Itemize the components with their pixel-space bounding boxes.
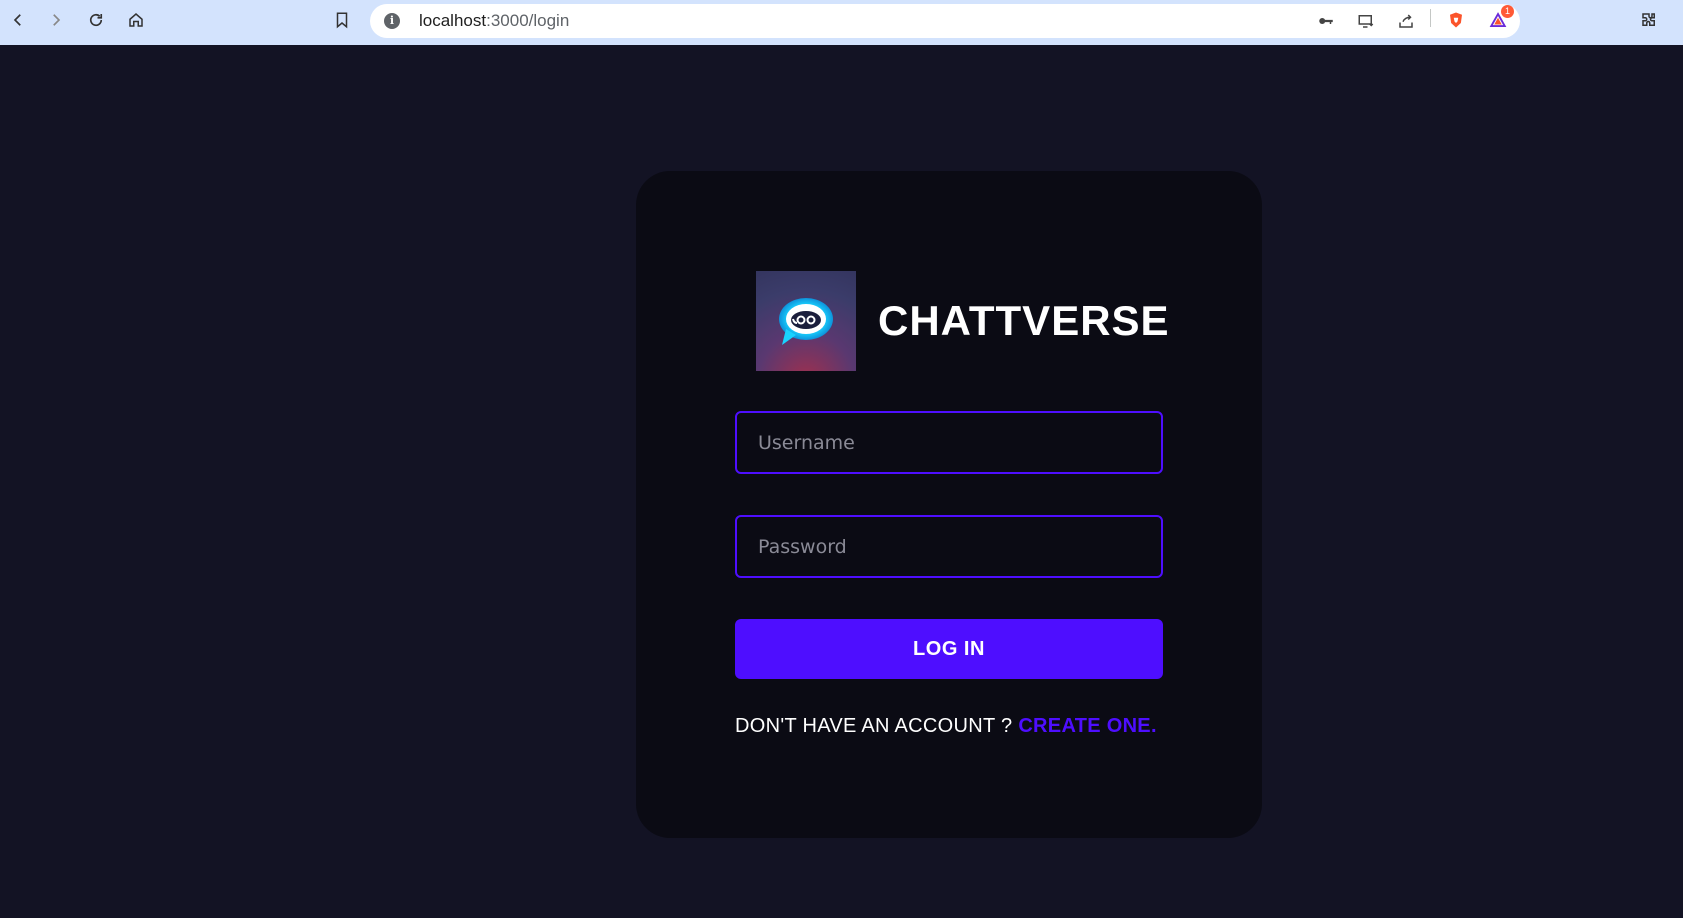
login-button[interactable]: LOG IN xyxy=(735,619,1163,679)
rewards-badge: 1 xyxy=(1501,5,1514,18)
address-bar[interactable]: i localhost:3000/login xyxy=(370,4,1520,38)
brave-rewards-icon[interactable]: 1 xyxy=(1486,5,1514,32)
create-account-link[interactable]: CREATE ONE. xyxy=(1018,715,1157,737)
forward-icon[interactable] xyxy=(44,8,68,32)
password-input[interactable] xyxy=(735,515,1163,578)
back-icon[interactable] xyxy=(6,8,30,32)
home-icon[interactable] xyxy=(124,8,148,32)
brand-header: CHATTVERSE xyxy=(756,271,1170,371)
app-title: CHATTVERSE xyxy=(878,297,1170,344)
brave-shields-icon[interactable] xyxy=(1444,8,1468,32)
url-host: localhost xyxy=(419,11,487,30)
share-icon[interactable] xyxy=(1394,10,1418,32)
signup-prompt: DON'T HAVE AN ACCOUNT ? CREATE ONE. xyxy=(735,715,1165,738)
url-path: :3000/login xyxy=(486,11,570,30)
divider xyxy=(1430,9,1431,27)
signup-prompt-text: DON'T HAVE AN ACCOUNT ? xyxy=(735,715,1019,737)
chat-bubble-logo-icon xyxy=(756,271,856,371)
url-text[interactable]: localhost:3000/login xyxy=(419,11,569,31)
username-input[interactable] xyxy=(735,411,1163,474)
browser-toolbar: i localhost:3000/login 1 xyxy=(0,0,1683,45)
bookmark-icon[interactable] xyxy=(330,8,354,32)
extensions-icon[interactable] xyxy=(1637,8,1661,32)
install-app-icon[interactable] xyxy=(1354,10,1378,32)
reload-icon[interactable] xyxy=(84,8,108,32)
key-icon[interactable] xyxy=(1314,10,1338,32)
site-info-icon[interactable]: i xyxy=(384,13,400,29)
